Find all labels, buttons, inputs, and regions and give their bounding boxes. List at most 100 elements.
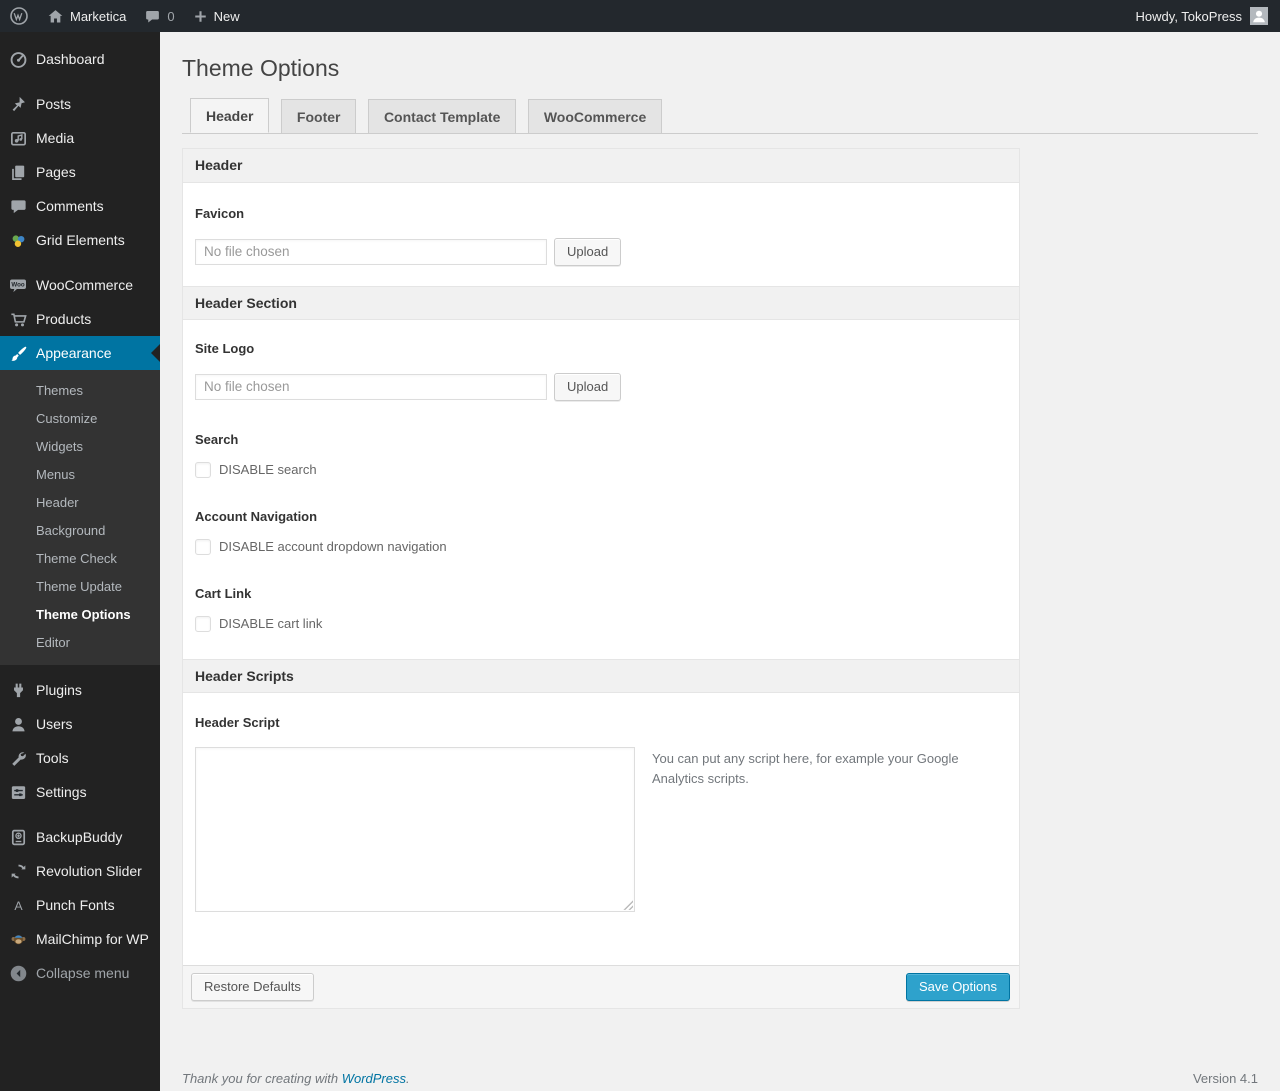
submenu-item-background[interactable]: Background — [0, 517, 160, 545]
wordpress-logo-icon — [9, 6, 29, 26]
avatar[interactable] — [1250, 7, 1268, 25]
settings-icon — [8, 782, 28, 802]
site-menu[interactable]: Marketica — [38, 0, 135, 32]
disable-account-nav-checkbox[interactable] — [195, 538, 211, 555]
tab-footer[interactable]: Footer — [280, 98, 357, 133]
comment-bubble-icon — [144, 8, 161, 25]
sidebar-item-label: Collapse menu — [36, 965, 130, 981]
restore-defaults-button[interactable]: Restore Defaults — [191, 972, 314, 1001]
sidebar-item-posts[interactable]: Posts — [0, 87, 160, 121]
comments-menu[interactable]: 0 — [135, 0, 183, 32]
section-header-header-section: Header Section — [183, 285, 1019, 320]
sidebar-item-users[interactable]: Users — [0, 707, 160, 741]
section-header-header-scripts: Header Scripts — [183, 658, 1019, 693]
users-icon — [8, 714, 28, 734]
submenu-item-editor[interactable]: Editor — [0, 629, 160, 657]
admin-bar: Marketica 0 New Howdy, TokoPress — [0, 0, 1280, 32]
site-logo-label: Site Logo — [195, 340, 255, 356]
submenu-item-theme-check[interactable]: Theme Check — [0, 545, 160, 573]
sidebar-item-label: Media — [36, 130, 75, 146]
account-navigation-label: Account Navigation — [195, 508, 318, 524]
disable-account-nav-checkbox-label: DISABLE account dropdown navigation — [219, 539, 447, 555]
favicon-upload-button[interactable]: Upload — [554, 237, 622, 266]
comments-count: 0 — [167, 8, 175, 24]
wordpress-footer-link[interactable]: WordPress — [342, 1071, 406, 1086]
sidebar-item-label: Products — [36, 311, 92, 327]
svg-text:A: A — [14, 898, 23, 912]
mailchimp-icon — [8, 929, 28, 949]
site-logo-upload-button[interactable]: Upload — [554, 372, 622, 401]
submenu-item-theme-update[interactable]: Theme Update — [0, 573, 160, 601]
submenu-item-theme-options[interactable]: Theme Options — [0, 601, 160, 629]
plugin-icon — [8, 680, 28, 700]
panel-footer: Restore Defaults Save Options — [183, 964, 1019, 1008]
submenu-item-customize[interactable]: Customize — [0, 405, 160, 433]
sidebar-item-label: Users — [36, 716, 73, 732]
sidebar-item-backupbuddy[interactable]: BackupBuddy — [0, 820, 160, 854]
sidebar-item-pages[interactable]: Pages — [0, 155, 160, 189]
sidebar-item-label: Pages — [36, 164, 76, 180]
header-script-help-text: You can put any script here, for example… — [652, 750, 959, 787]
cart-icon — [8, 309, 28, 329]
plus-icon — [193, 9, 208, 24]
disable-cart-link-checkbox[interactable] — [195, 615, 211, 632]
paintbrush-icon — [8, 343, 28, 363]
sidebar-item-punch-fonts[interactable]: A Punch Fonts — [0, 888, 160, 922]
wordpress-logo-button[interactable] — [0, 0, 38, 32]
tab-woocommerce[interactable]: WooCommerce — [527, 98, 663, 133]
theme-options-panel: Header Favicon Upload Header Section Sit… — [182, 147, 1020, 1009]
sidebar-item-revolution-slider[interactable]: Revolution Slider — [0, 854, 160, 888]
sidebar-item-grid-elements[interactable]: Grid Elements — [0, 223, 160, 257]
sidebar-item-tools[interactable]: Tools — [0, 741, 160, 775]
footer-thanks-suffix: . — [406, 1070, 410, 1086]
sidebar-item-label: Posts — [36, 96, 72, 112]
disable-search-checkbox[interactable] — [195, 461, 211, 478]
dashboard-icon — [8, 49, 28, 69]
sidebar-item-mailchimp[interactable]: MailChimp for WP — [0, 922, 160, 956]
site-logo-file-input[interactable] — [195, 373, 547, 400]
sidebar-item-dashboard[interactable]: Dashboard — [0, 42, 160, 76]
media-icon — [8, 128, 28, 148]
section-body-header-section: Site Logo Upload Search DISABLE search A… — [183, 320, 1019, 659]
pushpin-icon — [8, 94, 28, 114]
tab-header[interactable]: Header — [190, 97, 270, 133]
sidebar-item-appearance[interactable]: Appearance — [0, 336, 160, 370]
sidebar-item-label: Tools — [36, 750, 69, 766]
sidebar-item-comments[interactable]: Comments — [0, 189, 160, 223]
sidebar-item-label: BackupBuddy — [36, 829, 123, 845]
submenu-item-menus[interactable]: Menus — [0, 461, 160, 489]
header-script-label: Header Script — [195, 714, 280, 730]
collapse-menu-button[interactable]: Collapse menu — [0, 956, 160, 990]
sidebar-item-settings[interactable]: Settings — [0, 775, 160, 809]
submenu-item-header[interactable]: Header — [0, 489, 160, 517]
punch-fonts-icon: A — [8, 895, 28, 915]
footer-version-text: Version 4.1 — [1192, 1070, 1258, 1086]
search-label: Search — [195, 431, 239, 447]
section-header-header: Header — [183, 148, 1019, 183]
menu-separator — [0, 76, 160, 87]
page-footer: Thank you for creating with WordPress. V… — [182, 1071, 1258, 1086]
header-script-textarea[interactable] — [195, 746, 635, 912]
main-content: Theme Options Header Footer Contact Temp… — [160, 32, 1280, 1091]
sidebar-item-label: Punch Fonts — [36, 897, 115, 913]
howdy-account-menu[interactable]: Howdy, TokoPress — [1136, 9, 1242, 24]
sidebar-item-media[interactable]: Media — [0, 121, 160, 155]
sidebar-item-woocommerce[interactable]: Woo WooCommerce — [0, 268, 160, 302]
home-icon — [47, 8, 64, 25]
favicon-file-input[interactable] — [195, 238, 547, 265]
tab-contact-template[interactable]: Contact Template — [367, 98, 517, 133]
sidebar-item-plugins[interactable]: Plugins — [0, 673, 160, 707]
submenu-item-widgets[interactable]: Widgets — [0, 433, 160, 461]
grid-elements-icon — [8, 230, 28, 250]
submenu-item-themes[interactable]: Themes — [0, 377, 160, 405]
save-options-button[interactable]: Save Options — [905, 972, 1010, 1001]
new-content-menu[interactable]: New — [184, 0, 249, 32]
sidebar-item-label: MailChimp for WP — [36, 931, 149, 947]
sidebar-item-label: Grid Elements — [36, 232, 125, 248]
wrench-icon — [8, 748, 28, 768]
sidebar-item-label: Settings — [36, 784, 87, 800]
current-menu-arrow-icon — [142, 344, 160, 362]
sidebar-item-products[interactable]: Products — [0, 302, 160, 336]
disable-cart-link-checkbox-label: DISABLE cart link — [219, 616, 323, 632]
woocommerce-icon: Woo — [8, 275, 28, 295]
